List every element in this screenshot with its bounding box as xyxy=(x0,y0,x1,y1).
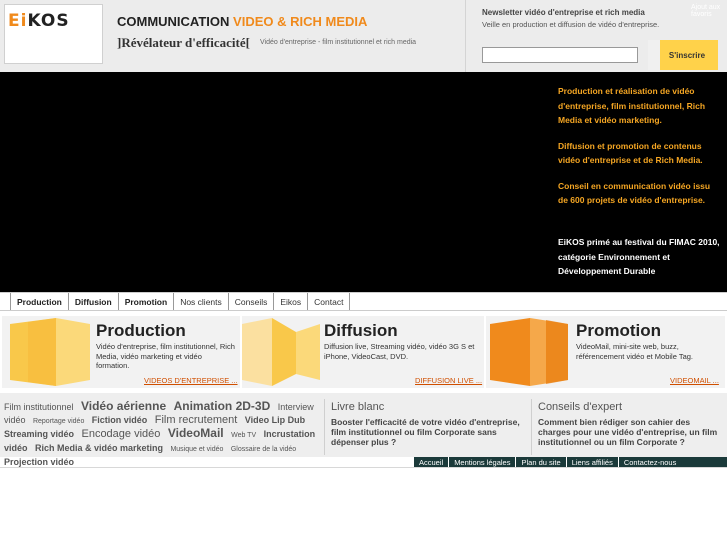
service-desc-production: Vidéo d'entreprise, film institutionnel,… xyxy=(96,342,235,370)
tag-link[interactable]: VideoMail xyxy=(168,426,224,440)
logo-text: EiKOS xyxy=(8,11,70,31)
hero-paragraph-diffusion: Diffusion et promotion de contenus vidéo… xyxy=(558,140,703,166)
tagline-main: COMMUNICATION xyxy=(117,14,230,29)
site-tagline: COMMUNICATION VIDEO & RICH MEDIA xyxy=(117,14,367,29)
service-panel-production[interactable]: Production Vidéo d'entreprise, film inst… xyxy=(2,316,240,388)
service-link-production[interactable]: VIDEOS D'ENTREPRISE ... xyxy=(144,376,238,385)
tag-link[interactable]: Encodage vidéo xyxy=(81,428,160,440)
slogan: ]Révélateur d'efficacité[ xyxy=(117,35,250,50)
tag-link[interactable]: Rich Media & vidéo marketing xyxy=(35,443,163,453)
nav-item-promotion[interactable]: Promotion xyxy=(117,293,174,310)
diffusion-visual xyxy=(242,318,320,386)
tag-link[interactable]: Fiction vidéo xyxy=(92,415,148,425)
conseils-title: Conseils d'expert xyxy=(538,401,623,413)
service-desc-promotion: VideoMail, mini-site web, buzz, référenc… xyxy=(576,342,694,361)
main-nav: Production Diffusion Promotion Nos clien… xyxy=(0,292,727,311)
nav-item-production[interactable]: Production xyxy=(10,293,68,310)
tag-link[interactable]: Vidéo aérienne xyxy=(81,399,166,413)
services-section: Production Vidéo d'entreprise, film inst… xyxy=(0,312,727,392)
hero-award[interactable]: EiKOS primé au festival du FIMAC 2010, c… xyxy=(558,235,722,279)
service-title-production: Production xyxy=(96,321,186,340)
tag-link[interactable]: Animation 2D-3D xyxy=(174,399,271,413)
nav-item-clients[interactable]: Nos clients xyxy=(173,293,228,310)
column-divider xyxy=(531,399,532,455)
tag-link[interactable]: Reportage vidéo xyxy=(33,418,84,425)
service-title-promotion: Promotion xyxy=(576,321,661,340)
livre-blanc-text[interactable]: Booster l'efficacité de votre vidéo d'en… xyxy=(331,417,521,447)
tag-link[interactable]: Glossaire de la vidéo xyxy=(231,446,296,453)
service-panel-promotion[interactable]: Promotion VideoMail, mini-site web, buzz… xyxy=(486,316,725,388)
lower-section: Film institutionnel Vidéo aérienne Anima… xyxy=(0,393,727,467)
production-visual xyxy=(10,318,90,386)
logo[interactable]: EiKOS xyxy=(4,4,103,64)
column-divider xyxy=(324,399,325,455)
service-desc-diffusion: Diffusion live, Streaming vidéo, vidéo 3… xyxy=(324,342,475,361)
livre-blanc-title: Livre blanc xyxy=(331,401,385,413)
service-title-diffusion: Diffusion xyxy=(324,321,398,340)
tag-link[interactable]: Film recrutement xyxy=(155,414,238,426)
footer-rule xyxy=(0,467,727,468)
tag-link[interactable]: Web TV xyxy=(231,432,256,439)
slogan-subtitle: Vidéo d'entreprise - film institutionnel… xyxy=(260,39,417,46)
nav-item-contact[interactable]: Contact xyxy=(307,293,351,310)
newsletter-subtitle: Veille en production et diffusion de vid… xyxy=(482,20,660,29)
add-favorites-link[interactable]: Ajout aux favoris xyxy=(691,4,727,18)
service-panel-diffusion[interactable]: Diffusion Diffusion live, Streaming vidé… xyxy=(242,316,484,388)
newsletter-email-input[interactable] xyxy=(482,47,638,63)
tag-link[interactable]: Film institutionnel xyxy=(4,402,74,412)
tag-link[interactable]: Streaming vidéo xyxy=(4,429,74,439)
tag-cloud: Film institutionnel Vidéo aérienne Anima… xyxy=(4,400,320,468)
service-link-diffusion[interactable]: DIFFUSION LIVE ... xyxy=(415,376,482,385)
tagline-accent: VIDEO & RICH MEDIA xyxy=(233,14,368,29)
nav-item-conseils[interactable]: Conseils xyxy=(227,293,274,310)
subscribe-button[interactable]: S'inscrire xyxy=(648,40,718,70)
hero-text: Production et réalisation de vidéo d'ent… xyxy=(558,84,720,219)
subscribe-button-label: S'inscrire xyxy=(668,50,706,60)
tag-link[interactable]: Projection vidéo xyxy=(4,457,74,467)
site-header: EiKOS COMMUNICATION VIDEO & RICH MEDIA ]… xyxy=(0,0,727,72)
newsletter-box: Newsletter vidéo d'entreprise et rich me… xyxy=(465,0,727,72)
hero-banner: Production et réalisation de vidéo d'ent… xyxy=(0,72,727,292)
tag-link[interactable]: Video Lip Dub xyxy=(245,415,305,425)
nav-item-diffusion[interactable]: Diffusion xyxy=(67,293,118,310)
conseils-text[interactable]: Comment bien rédiger son cahier des char… xyxy=(538,417,722,447)
hero-paragraph-conseil: Conseil en communication vidéo issu de 6… xyxy=(558,180,711,206)
service-link-promotion[interactable]: VIDEOMAIL ... xyxy=(670,376,719,385)
nav-item-eikos[interactable]: Eikos xyxy=(273,293,307,310)
promotion-visual xyxy=(490,318,568,386)
newsletter-title: Newsletter vidéo d'entreprise et rich me… xyxy=(482,8,645,17)
hero-paragraph-production: Production et réalisation de vidéo d'ent… xyxy=(558,86,706,125)
conseils-block[interactable]: Conseils d'expert Comment bien rédiger s… xyxy=(538,401,722,447)
livre-blanc-block[interactable]: Livre blanc Booster l'efficacité de votr… xyxy=(331,401,521,447)
tag-link[interactable]: Musique et vidéo xyxy=(170,446,223,453)
